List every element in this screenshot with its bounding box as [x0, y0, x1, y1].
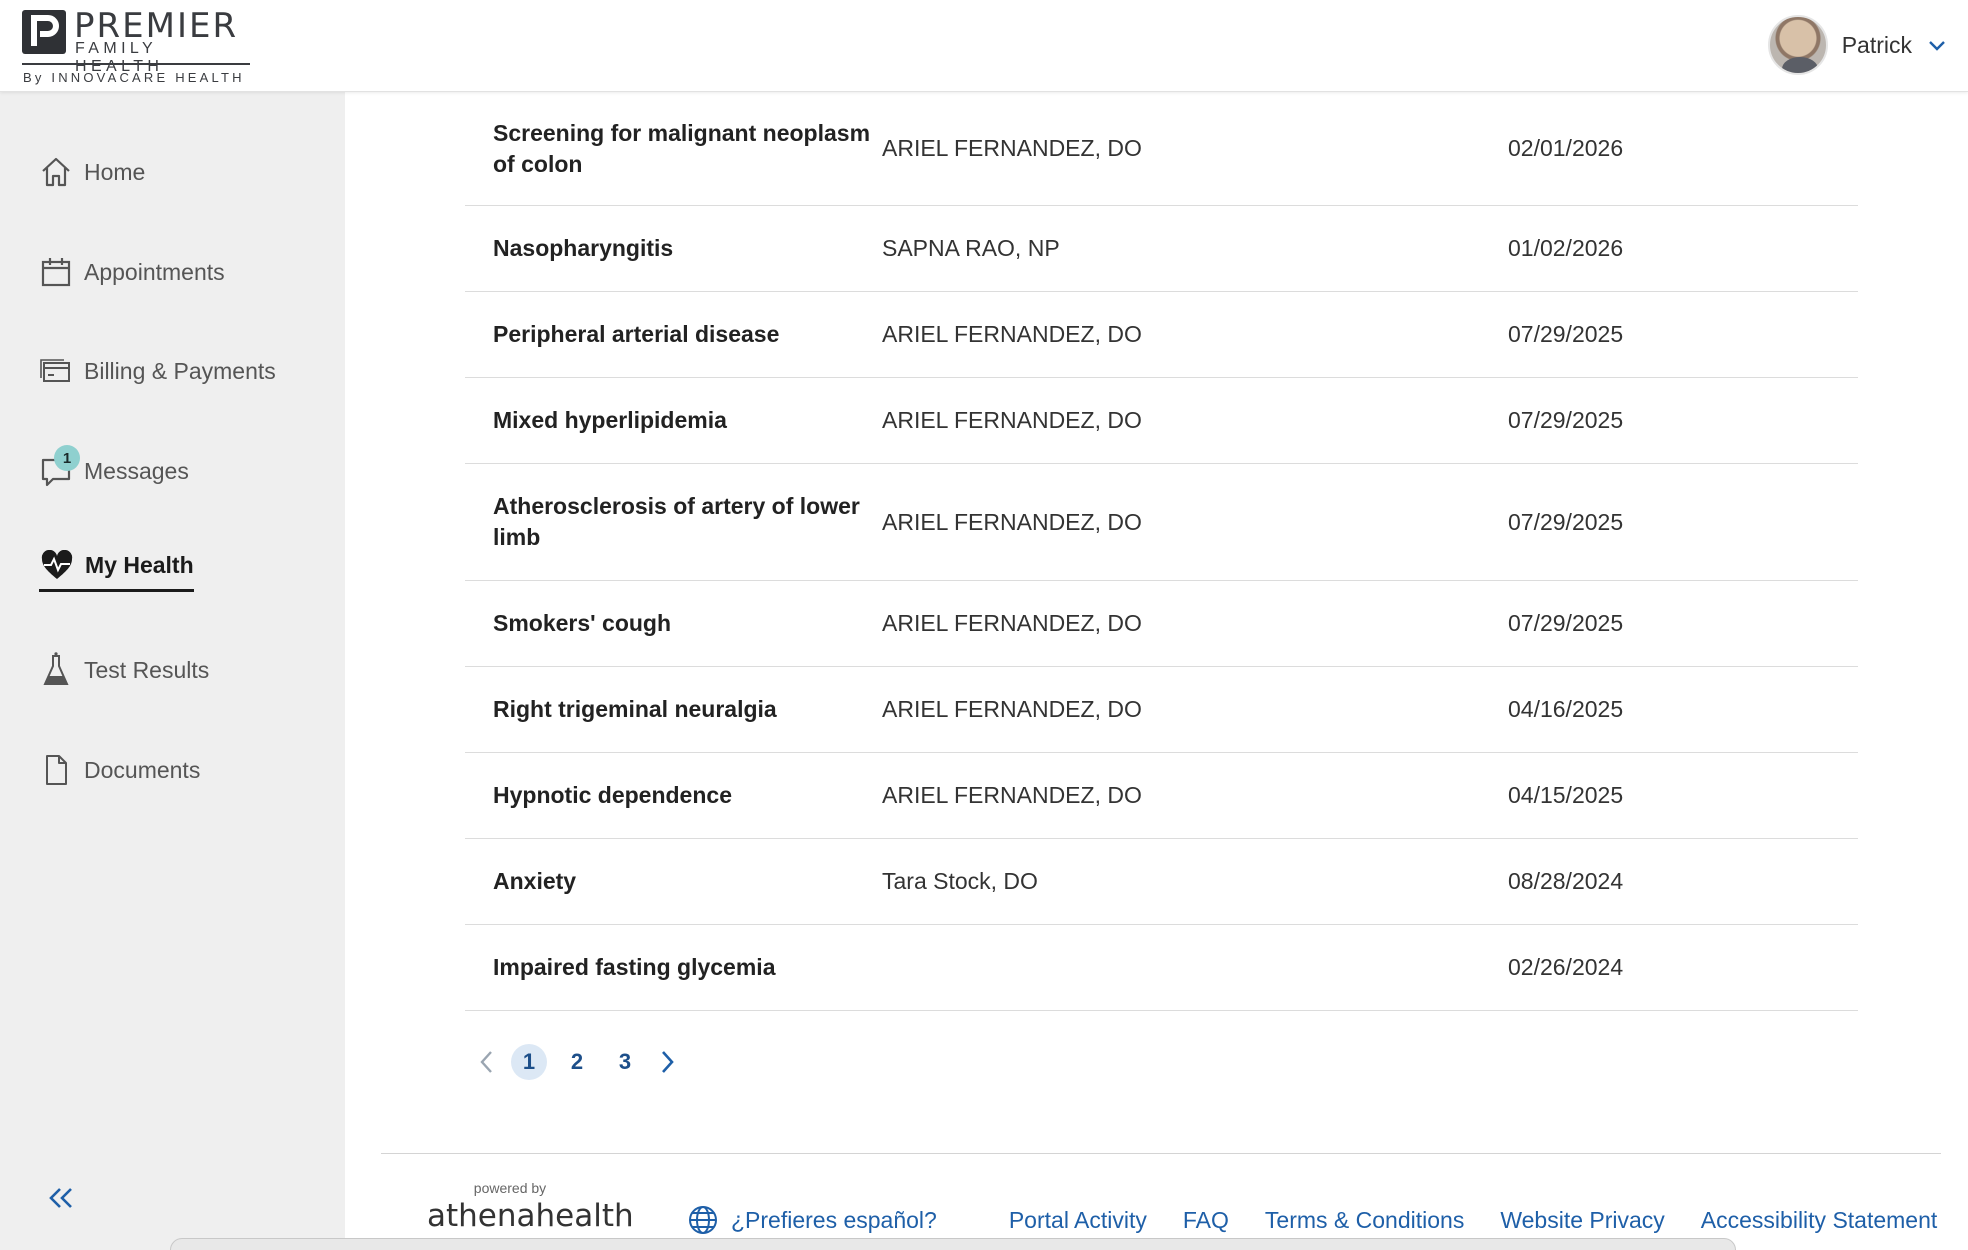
logo-by-innovacare-text: By INNOVACARE HEALTH [23, 70, 245, 85]
athenahealth-logo: athenahealth [425, 1198, 634, 1234]
condition-name: Smokers' cough [493, 610, 672, 636]
globe-icon[interactable] [687, 1204, 719, 1236]
sidebar-item-my-health[interactable]: My Health [39, 544, 194, 592]
powered-by-text: powered by [473, 1180, 547, 1196]
os-dock-edge [170, 1238, 1736, 1250]
condition-provider: ARIEL FERNANDEZ, DO [882, 508, 1142, 535]
accessibility-statement-link[interactable]: Accessibility Statement [1701, 1207, 1937, 1234]
sidebar-item-appointments[interactable]: Appointments [38, 250, 225, 294]
sidebar-item-label: Documents [84, 756, 201, 783]
flask-icon [38, 652, 74, 688]
condition-provider: ARIEL FERNANDEZ, DO [882, 610, 1142, 636]
condition-provider: ARIEL FERNANDEZ, DO [882, 321, 1142, 347]
message-count-badge: 1 [54, 445, 80, 471]
user-name[interactable]: Patrick [1842, 32, 1912, 59]
next-page-button[interactable] [649, 1044, 685, 1080]
heart-pulse-icon [39, 548, 75, 584]
portal-activity-link[interactable]: Portal Activity [1009, 1207, 1147, 1234]
pagination: 1 2 3 [469, 1042, 685, 1082]
condition-name: Hypnotic dependence [493, 782, 732, 808]
sidebar-item-label: My Health [85, 552, 194, 578]
table-row: Anxiety Tara Stock, DO 08/28/2024 [465, 839, 1858, 925]
condition-date: 02/26/2024 [1508, 954, 1624, 980]
sidebar-item-label: Billing & Payments [84, 357, 276, 384]
table-row: Right trigeminal neuralgia ARIEL FERNAND… [465, 667, 1858, 753]
condition-provider: SAPNA RAO, NP [882, 235, 1060, 261]
table-row: Mixed hyperlipidemia ARIEL FERNANDEZ, DO… [465, 378, 1858, 464]
page-1-button[interactable]: 1 [511, 1044, 547, 1080]
sidebar-item-label: Test Results [84, 656, 210, 683]
sidebar: Home Appointments Billing & Payments 1 M… [0, 92, 345, 1250]
sidebar-item-home[interactable]: Home [38, 150, 145, 194]
condition-name: Screening for malignant neoplasm of colo… [493, 119, 871, 177]
footer: powered by athenahealth ¿Prefieres españ… [345, 1154, 1968, 1250]
chevron-left-icon [480, 1051, 492, 1073]
condition-name: Mixed hyperlipidemia [493, 407, 727, 433]
calendar-icon [38, 254, 74, 290]
condition-date: 01/02/2026 [1508, 235, 1624, 261]
home-icon [38, 154, 74, 190]
document-icon [38, 752, 74, 788]
table-row: Screening for malignant neoplasm of colo… [465, 92, 1858, 206]
condition-date: 04/16/2025 [1508, 696, 1624, 722]
condition-provider: ARIEL FERNANDEZ, DO [882, 782, 1142, 808]
powered-by-athenahealth: powered by athenahealth [425, 1180, 634, 1234]
website-privacy-link[interactable]: Website Privacy [1500, 1207, 1664, 1234]
spanish-language-link[interactable]: ¿Prefieres español? [731, 1207, 937, 1234]
condition-name: Atherosclerosis of artery of lower limb [493, 493, 860, 550]
logo-p-mark-icon [22, 10, 66, 54]
condition-name: Right trigeminal neuralgia [493, 696, 777, 722]
footer-links: ¿Prefieres español? Portal Activity FAQ … [687, 1204, 1968, 1236]
previous-page-button[interactable] [469, 1044, 505, 1080]
condition-date: 07/29/2025 [1508, 321, 1624, 347]
faq-link[interactable]: FAQ [1183, 1207, 1229, 1234]
terms-conditions-link[interactable]: Terms & Conditions [1265, 1207, 1464, 1234]
chevron-down-icon[interactable] [1926, 34, 1948, 56]
condition-provider: ARIEL FERNANDEZ, DO [882, 135, 1142, 161]
avatar[interactable] [1767, 15, 1828, 75]
condition-date: 04/15/2025 [1508, 782, 1624, 808]
message-icon: 1 [38, 445, 80, 489]
condition-provider: ARIEL FERNANDEZ, DO [882, 407, 1142, 433]
top-header: PREMIER FAMILY HEALTH By INNOVACARE HEAL… [0, 0, 1968, 92]
premier-family-health-logo[interactable]: PREMIER FAMILY HEALTH By INNOVACARE HEAL… [22, 8, 252, 86]
condition-name: Impaired fasting glycemia [493, 954, 776, 980]
condition-date: 07/29/2025 [1508, 508, 1624, 535]
table-row: Atherosclerosis of artery of lower limb … [465, 464, 1858, 581]
condition-name: Peripheral arterial disease [493, 321, 780, 347]
user-menu[interactable]: Patrick [1767, 14, 1948, 76]
collapse-sidebar-icon[interactable] [46, 1183, 76, 1213]
condition-date: 08/28/2024 [1508, 868, 1624, 894]
chevron-right-icon [662, 1051, 674, 1073]
sidebar-item-label: Appointments [84, 258, 225, 285]
sidebar-item-label: Home [84, 158, 146, 185]
athenahealth-wordmark: athenahealth [427, 1198, 634, 1234]
sidebar-item-documents[interactable]: Documents [38, 748, 200, 792]
logo-rule [22, 63, 250, 65]
sidebar-item-messages[interactable]: 1 Messages [38, 445, 189, 493]
page-3-button[interactable]: 3 [607, 1044, 643, 1080]
condition-provider: ARIEL FERNANDEZ, DO [882, 696, 1142, 722]
condition-name: Anxiety [493, 868, 577, 894]
conditions-table: Screening for malignant neoplasm of colo… [465, 92, 1858, 1011]
condition-date: 02/01/2026 [1508, 135, 1624, 161]
table-row: Impaired fasting glycemia 02/26/2024 [465, 925, 1858, 1011]
condition-date: 07/29/2025 [1508, 407, 1624, 433]
sidebar-item-label: Messages [84, 457, 189, 484]
main-content: Screening for malignant neoplasm of colo… [345, 92, 1968, 1250]
logo-premier-text: PREMIER [74, 6, 239, 46]
table-row: Peripheral arterial disease ARIEL FERNAN… [465, 292, 1858, 378]
condition-name: Nasopharyngitis [493, 235, 674, 261]
condition-date: 07/29/2025 [1508, 610, 1624, 636]
table-row: Nasopharyngitis SAPNA RAO, NP 01/02/2026 [465, 206, 1858, 292]
condition-provider: Tara Stock, DO [882, 868, 1038, 894]
billing-icon [38, 353, 74, 389]
table-row: Hypnotic dependence ARIEL FERNANDEZ, DO … [465, 753, 1858, 839]
table-row: Smokers' cough ARIEL FERNANDEZ, DO 07/29… [465, 581, 1858, 667]
sidebar-item-test-results[interactable]: Test Results [38, 648, 209, 692]
page-2-button[interactable]: 2 [559, 1044, 595, 1080]
sidebar-item-billing[interactable]: Billing & Payments [38, 349, 276, 393]
